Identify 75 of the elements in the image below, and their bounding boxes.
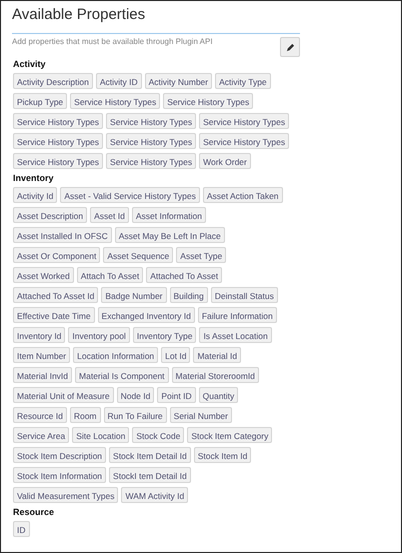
property-tag[interactable]: Valid Measurement Types: [13, 487, 118, 503]
section-heading: Activity: [13, 59, 47, 69]
property-tag[interactable]: Asset Worked: [13, 267, 74, 283]
property-tag[interactable]: Point ID: [157, 387, 196, 403]
property-tag[interactable]: Service History Types: [13, 153, 104, 169]
property-tag[interactable]: Run To Failure: [104, 407, 167, 423]
property-tag[interactable]: Node Id: [116, 387, 154, 403]
property-tag[interactable]: Service History Types: [13, 113, 104, 129]
property-tag[interactable]: Work Order: [199, 153, 251, 169]
property-tag[interactable]: Pickup Type: [13, 93, 68, 109]
property-tag[interactable]: Quantity: [198, 387, 238, 403]
property-tag[interactable]: Asset May Be Left In Place: [114, 227, 225, 243]
property-tag[interactable]: Exchanged Inventory Id: [98, 307, 195, 323]
property-tag[interactable]: Material Id: [193, 347, 242, 363]
property-tag[interactable]: Asset Type: [176, 247, 226, 263]
property-tag[interactable]: Material InvId: [13, 367, 72, 383]
property-tag[interactable]: Service History Types: [106, 133, 196, 149]
property-tag[interactable]: Asset Installed In OFSC: [13, 227, 112, 243]
property-tag[interactable]: Service History Types: [163, 93, 254, 109]
property-tag[interactable]: Inventory pool: [68, 327, 130, 343]
property-tag[interactable]: Badge Number: [101, 287, 167, 303]
property-tag[interactable]: Lot Id: [161, 347, 190, 363]
property-tag[interactable]: StockI tem Detail Id: [109, 467, 191, 483]
property-tag[interactable]: Location Information: [73, 347, 158, 363]
property-tag[interactable]: Asset Action Taken: [202, 187, 283, 203]
property-tag[interactable]: Asset Information: [132, 207, 206, 223]
property-tag[interactable]: Stock Item Description: [13, 447, 106, 463]
property-tag[interactable]: Stock Item Information: [13, 467, 106, 483]
panel-title: Available Properties: [12, 6, 146, 24]
property-tag[interactable]: Inventory Id: [13, 327, 66, 343]
property-tag[interactable]: Material StoreroomId: [172, 367, 259, 383]
property-tag[interactable]: Service History Types: [106, 113, 196, 129]
section-heading: Resource: [13, 507, 56, 517]
property-tag[interactable]: Activity Type: [215, 73, 271, 89]
section-heading: Inventory: [13, 173, 55, 183]
property-tag[interactable]: Asset Sequence: [103, 247, 174, 263]
property-tag[interactable]: Asset Id: [90, 207, 129, 223]
property-tag[interactable]: Item Number: [13, 347, 70, 363]
property-tag[interactable]: Service History Types: [199, 133, 290, 149]
property-tag[interactable]: Deinstall Status: [210, 287, 278, 303]
property-tag[interactable]: WAM Activity Id: [121, 487, 188, 503]
property-tag[interactable]: Asset Or Component: [13, 247, 100, 263]
property-tag[interactable]: Room: [70, 407, 101, 423]
property-tag[interactable]: Resource Id: [13, 407, 67, 423]
property-tag[interactable]: Stock Code: [132, 427, 184, 443]
property-tag[interactable]: Attached To Asset Id: [13, 287, 98, 303]
property-tag[interactable]: Service Area: [13, 427, 70, 443]
property-tag[interactable]: Effective Date Time: [13, 307, 95, 323]
property-tag[interactable]: Inventory Type: [132, 327, 196, 343]
pencil-icon: [286, 42, 294, 52]
property-tag[interactable]: Activity Id: [13, 187, 58, 203]
property-tag[interactable]: Serial Number: [170, 407, 232, 423]
property-tag[interactable]: Service History Types: [199, 113, 290, 129]
property-tag[interactable]: Activity Number: [144, 73, 212, 89]
property-tag[interactable]: Activity Description: [13, 73, 93, 89]
property-tag[interactable]: Material Is Component: [75, 367, 169, 383]
property-tag[interactable]: Building: [170, 287, 208, 303]
property-tag[interactable]: Service History Types: [13, 133, 104, 149]
property-tag[interactable]: Asset Description: [13, 207, 88, 223]
property-tag[interactable]: Asset - Valid Service History Types: [60, 187, 200, 203]
property-tag[interactable]: Stock Item Detail Id: [109, 447, 191, 463]
property-tag[interactable]: Site Location: [72, 427, 130, 443]
property-tag[interactable]: Is Asset Location: [199, 327, 272, 343]
property-tag[interactable]: Stock Item Id: [194, 447, 252, 463]
property-tag[interactable]: Material Unit of Measure: [13, 387, 114, 403]
property-tag[interactable]: Service History Types: [70, 93, 160, 109]
property-tag[interactable]: Failure Information: [198, 307, 277, 323]
property-tag[interactable]: Attached To Asset: [146, 267, 222, 283]
edit-button[interactable]: [280, 37, 300, 57]
property-tag[interactable]: Service History Types: [106, 153, 196, 169]
description-text: Add properties that must be available through Plugin API: [12, 37, 213, 46]
property-tag[interactable]: Attach To Asset: [76, 267, 144, 283]
property-tag[interactable]: ID: [13, 521, 30, 537]
property-tag[interactable]: Stock Item Category: [187, 427, 272, 443]
property-tag[interactable]: Activity ID: [96, 73, 142, 89]
